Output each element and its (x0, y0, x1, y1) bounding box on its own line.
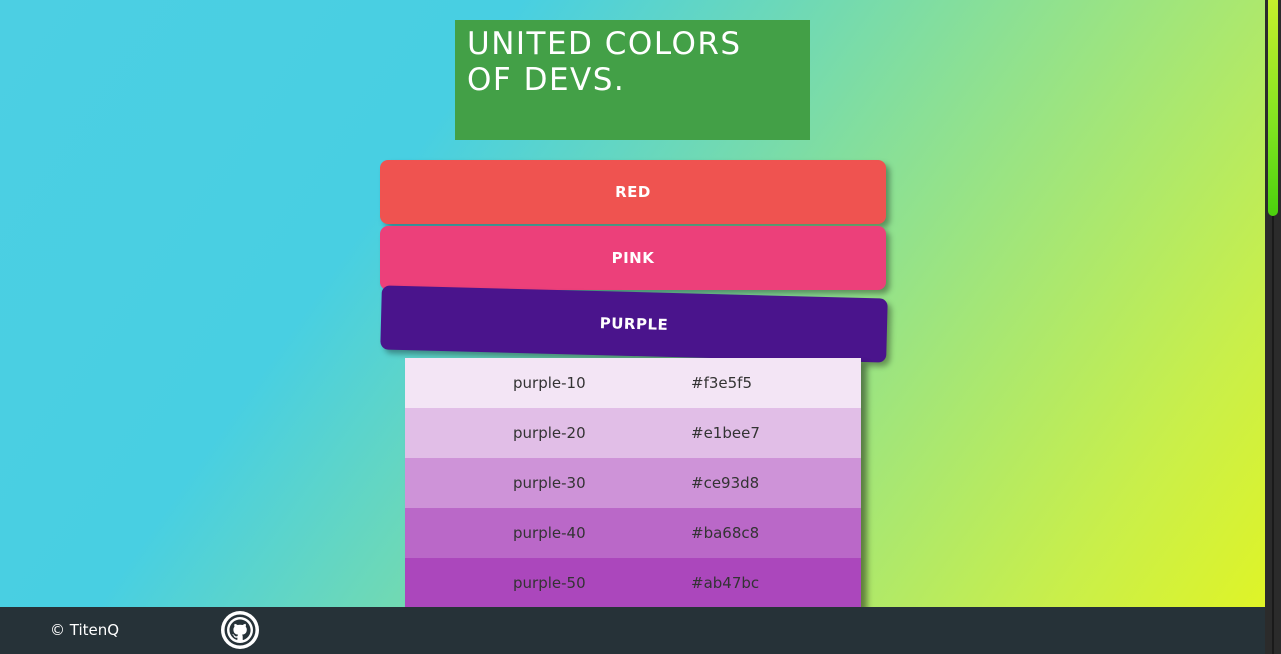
swatch-name: purple-40 (513, 524, 586, 542)
swatch-hex: #ce93d8 (691, 474, 760, 492)
pink-color-button[interactable]: PINK (380, 226, 886, 290)
scrollbar-track (1272, 216, 1274, 654)
swatch-hex: #e1bee7 (691, 424, 760, 442)
page-title: UNITED COLORS OF DEVS. (467, 26, 742, 98)
scrollbar-thumb[interactable] (1268, 0, 1278, 216)
github-icon[interactable] (221, 611, 259, 649)
swatch-row-purple-30[interactable]: purple-30 #ce93d8 (405, 458, 861, 508)
swatch-name: purple-20 (513, 424, 586, 442)
page: UNITED COLORS OF DEVS. RED PINK PURPLE p… (0, 0, 1265, 654)
swatch-hex: #ab47bc (691, 574, 760, 592)
swatch-row-purple-20[interactable]: purple-20 #e1bee7 (405, 408, 861, 458)
pink-button-label: PINK (611, 249, 655, 267)
footer: © TitenQ (0, 607, 1265, 654)
title-box: UNITED COLORS OF DEVS. (455, 20, 810, 140)
scrollbar[interactable] (1265, 0, 1281, 654)
red-color-button[interactable]: RED (380, 160, 886, 224)
purple-color-button[interactable]: PURPLE (380, 285, 888, 363)
swatch-hex: #ba68c8 (691, 524, 760, 542)
purple-button-label: PURPLE (599, 314, 669, 334)
copyright-text: © TitenQ (50, 621, 120, 639)
swatch-hex: #f3e5f5 (691, 374, 752, 392)
swatch-row-purple-40[interactable]: purple-40 #ba68c8 (405, 508, 861, 558)
swatch-row-purple-50[interactable]: purple-50 #ab47bc (405, 558, 861, 608)
purple-swatch-list: purple-10 #f3e5f5 purple-20 #e1bee7 purp… (405, 358, 861, 608)
swatch-name: purple-50 (513, 574, 586, 592)
swatch-name: purple-30 (513, 474, 586, 492)
swatch-name: purple-10 (513, 374, 586, 392)
red-button-label: RED (615, 183, 651, 201)
swatch-row-purple-10[interactable]: purple-10 #f3e5f5 (405, 358, 861, 408)
